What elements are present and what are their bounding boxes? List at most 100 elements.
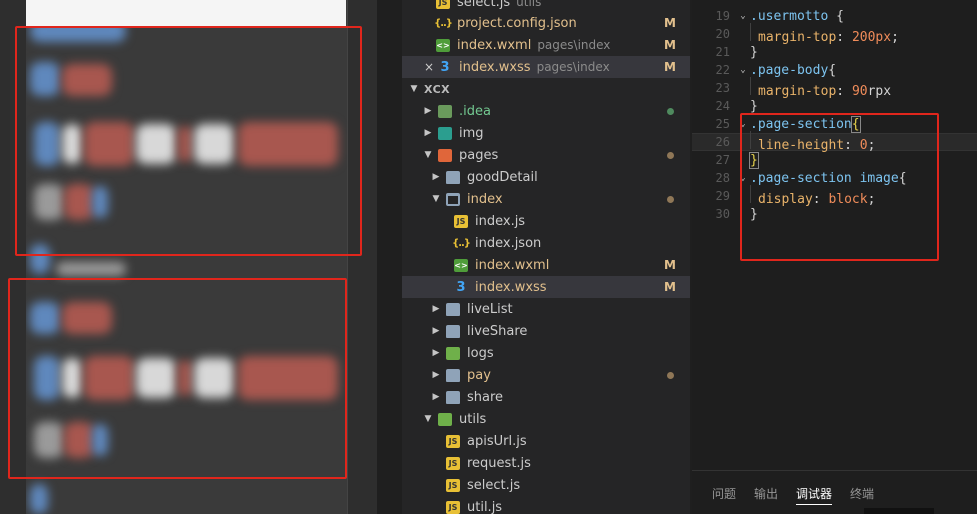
code-editor[interactable]: 19 ⌄ .usermotto { 20 margin-top: 200px; … — [692, 0, 977, 470]
tree-file-index-json[interactable]: {..} index.json — [402, 232, 690, 254]
project-section-header[interactable]: ▼ XCX — [402, 78, 690, 100]
css-selector: .page-body — [750, 62, 829, 78]
tab-terminal[interactable]: 终端 — [850, 485, 874, 502]
tree-folder-logs[interactable]: ▶ logs — [402, 342, 690, 364]
folder-icon — [446, 390, 460, 404]
chevron-right-icon: ▶ — [432, 304, 440, 314]
line-number: 24 — [715, 99, 730, 113]
open-editor-project-config[interactable]: {..} project.config.json M — [402, 12, 690, 34]
tree-folder-liveshare[interactable]: ▶ liveShare — [402, 320, 690, 342]
chevron-right-icon: ▶ — [432, 326, 440, 336]
file-path: pages\index — [536, 60, 610, 74]
chevron-right-icon: ▶ — [432, 172, 440, 182]
code-line: 23 margin-top: 90rpx — [692, 77, 977, 99]
chevron-down-icon: ▼ — [424, 150, 432, 160]
modified-badge: M — [664, 258, 676, 272]
line-number: 30 — [715, 207, 730, 221]
folder-label: .idea — [459, 103, 491, 119]
css-file-icon: 3 — [456, 279, 466, 295]
tree-file-select-js[interactable]: JS select.js — [402, 474, 690, 496]
json-file-icon: {..} — [452, 237, 471, 249]
code-line: 21 } — [692, 43, 977, 61]
folder-label: index — [467, 191, 503, 207]
line-number: 25 — [715, 117, 730, 131]
file-label: request.js — [467, 455, 531, 471]
simulator-header-strip — [26, 0, 346, 26]
blurred-text — [56, 262, 126, 276]
panel-content-strip — [864, 508, 934, 514]
folder-icon — [446, 302, 460, 316]
tab-problems[interactable]: 问题 — [712, 485, 736, 502]
brace: { — [836, 8, 844, 24]
tree-folder-livelist[interactable]: ▶ liveList — [402, 298, 690, 320]
js-file-icon: JS — [454, 214, 468, 228]
js-file-icon: JS — [446, 434, 460, 448]
tree-folder-utils[interactable]: ▼ utils — [402, 408, 690, 430]
line-number: 27 — [715, 153, 730, 167]
tree-file-util-js[interactable]: JS util.js — [402, 496, 690, 514]
json-file-icon: {..} — [434, 17, 453, 29]
chevron-right-icon: ▶ — [432, 392, 440, 402]
fold-chevron-icon[interactable]: ⌄ — [736, 65, 750, 75]
folder-icon — [446, 324, 460, 338]
brace: } — [750, 98, 758, 114]
tree-folder-pay[interactable]: ▶ pay — [402, 364, 690, 386]
line-number: 22 — [715, 63, 730, 77]
folder-label: logs — [467, 345, 494, 361]
file-label: index.js — [475, 213, 526, 229]
line-number: 28 — [715, 171, 730, 185]
file-label: index.wxml — [475, 257, 550, 273]
tree-file-index-js[interactable]: JS index.js — [402, 210, 690, 232]
tree-folder-index[interactable]: ▼ index — [402, 188, 690, 210]
file-path: utils — [516, 0, 542, 9]
pages-folder-icon — [438, 148, 452, 162]
folder-label: utils — [459, 411, 487, 427]
tree-file-request-js[interactable]: JS request.js — [402, 452, 690, 474]
line-number: 29 — [715, 189, 730, 203]
open-editor-index-wxss[interactable]: × 3 index.wxss pages\index M — [402, 56, 690, 78]
tree-folder-gooddetail[interactable]: ▶ goodDetail — [402, 166, 690, 188]
tree-file-index-wxml[interactable]: <> index.wxml M — [402, 254, 690, 276]
js-file-icon: JS — [446, 478, 460, 492]
utils-folder-icon — [438, 412, 452, 426]
fold-chevron-icon[interactable]: ⌄ — [736, 11, 750, 21]
line-number: 21 — [715, 45, 730, 59]
image-folder-icon — [438, 126, 452, 140]
code-line: 20 margin-top: 200px; — [692, 23, 977, 45]
tree-folder-share[interactable]: ▶ share — [402, 386, 690, 408]
folder-label: pay — [467, 367, 491, 383]
close-icon[interactable]: × — [422, 60, 436, 74]
brace: { — [828, 62, 837, 78]
css-selector: .usermotto — [750, 8, 829, 24]
file-label: index.wxss — [459, 59, 531, 75]
tree-folder-idea[interactable]: ▶ .idea — [402, 100, 690, 122]
tree-folder-img[interactable]: ▶ img — [402, 122, 690, 144]
logs-folder-icon — [446, 346, 460, 360]
chevron-right-icon: ▶ — [424, 106, 432, 116]
project-name: XCX — [424, 82, 451, 96]
css-file-icon: 3 — [440, 59, 450, 75]
annotation-box-code — [740, 113, 939, 261]
tab-debugger[interactable]: 调试器 — [796, 485, 833, 505]
line-number: 23 — [715, 81, 730, 95]
line-number: 19 — [715, 9, 730, 23]
file-label: index.json — [475, 235, 542, 251]
open-editor-index-wxml[interactable]: <> index.wxml pages\index M — [402, 34, 690, 56]
folder-label: pages — [459, 147, 499, 163]
line-number: 20 — [715, 27, 730, 41]
tree-file-index-wxss[interactable]: 3 index.wxss M — [402, 276, 690, 298]
file-label: apisUrl.js — [467, 433, 527, 449]
tree-file-apisurl-js[interactable]: JS apisUrl.js — [402, 430, 690, 452]
folder-icon — [438, 104, 452, 118]
file-explorer: JS select.js utils {..} project.config.j… — [402, 0, 690, 514]
folder-open-icon — [446, 192, 460, 206]
line-number: 26 — [715, 135, 730, 149]
js-file-icon: JS — [436, 0, 450, 9]
git-status-dot — [667, 107, 674, 115]
modified-badge: M — [664, 60, 676, 74]
folder-label: img — [459, 125, 484, 141]
tab-output[interactable]: 输出 — [754, 485, 778, 502]
devtools-window: JS select.js utils {..} project.config.j… — [0, 0, 977, 514]
tree-folder-pages[interactable]: ▼ pages — [402, 144, 690, 166]
annotation-box-top — [15, 26, 362, 256]
